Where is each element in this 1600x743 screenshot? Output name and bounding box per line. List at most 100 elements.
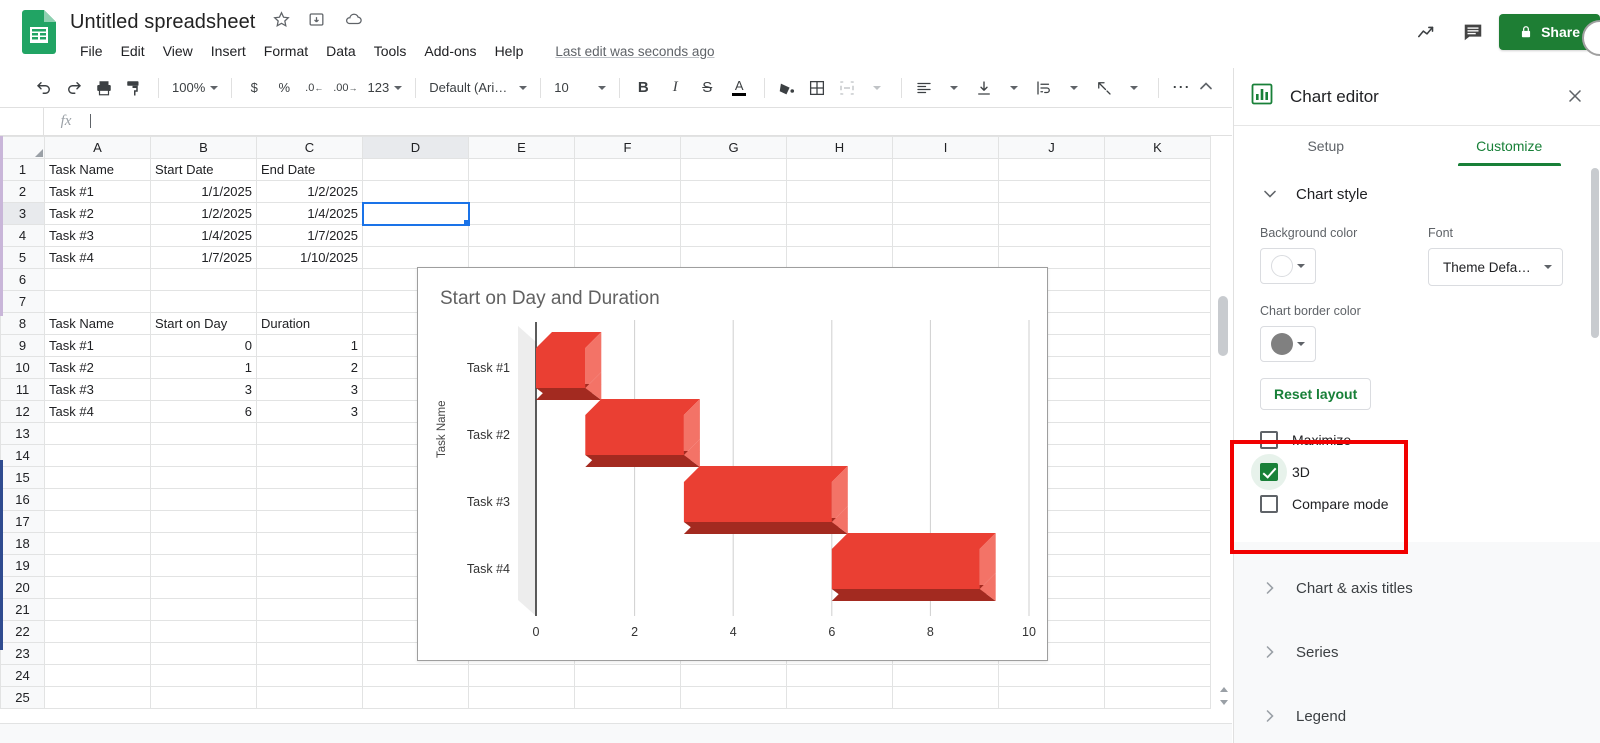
cell-I3[interactable] xyxy=(893,203,999,225)
row-header-15[interactable]: 15 xyxy=(1,467,45,489)
column-header-g[interactable]: G xyxy=(681,137,787,159)
cell-D3[interactable] xyxy=(363,203,469,225)
row-header-8[interactable]: 8 xyxy=(1,313,45,335)
cell-A17[interactable] xyxy=(45,511,151,533)
borders-icon[interactable] xyxy=(803,74,831,102)
cell-K8[interactable] xyxy=(1105,313,1211,335)
cell-A13[interactable] xyxy=(45,423,151,445)
cell-B16[interactable] xyxy=(151,489,257,511)
cell-B20[interactable] xyxy=(151,577,257,599)
cell-A24[interactable] xyxy=(45,665,151,687)
section-legend[interactable]: Legend xyxy=(1234,684,1600,743)
table-row[interactable]: 4Task #31/4/20251/7/2025 xyxy=(1,225,1211,247)
checkbox-row-3d[interactable]: 3D xyxy=(1260,456,1575,488)
cell-C20[interactable] xyxy=(257,577,363,599)
row-header-4[interactable]: 4 xyxy=(1,225,45,247)
cell-B12[interactable]: 6 xyxy=(151,401,257,423)
cell-C2[interactable]: 1/2/2025 xyxy=(257,181,363,203)
cell-K9[interactable] xyxy=(1105,335,1211,357)
select-all-corner[interactable] xyxy=(1,137,45,159)
cell-C6[interactable] xyxy=(257,269,363,291)
cell-C13[interactable] xyxy=(257,423,363,445)
cell-K21[interactable] xyxy=(1105,599,1211,621)
cell-B2[interactable]: 1/1/2025 xyxy=(151,181,257,203)
cell-J4[interactable] xyxy=(999,225,1105,247)
chart-editor-panel[interactable]: Chart editor Setup Customize Chart style xyxy=(1233,68,1600,743)
fill-color-icon[interactable] xyxy=(773,74,801,102)
cell-K19[interactable] xyxy=(1105,555,1211,577)
cell-B7[interactable] xyxy=(151,291,257,313)
row-header-13[interactable]: 13 xyxy=(1,423,45,445)
cloud-saved-icon[interactable] xyxy=(343,10,364,34)
cell-B6[interactable] xyxy=(151,269,257,291)
cell-A2[interactable]: Task #1 xyxy=(45,181,151,203)
row-header-18[interactable]: 18 xyxy=(1,533,45,555)
cell-H24[interactable] xyxy=(787,665,893,687)
cell-K15[interactable] xyxy=(1105,467,1211,489)
cell-A9[interactable]: Task #1 xyxy=(45,335,151,357)
column-header-h[interactable]: H xyxy=(787,137,893,159)
comment-icon[interactable] xyxy=(1453,12,1493,52)
increase-decimal-button[interactable]: .00→ xyxy=(330,74,360,102)
row-header-1[interactable]: 1 xyxy=(1,159,45,181)
cell-D24[interactable] xyxy=(363,665,469,687)
checkbox-row-compare-mode[interactable]: Compare mode xyxy=(1260,488,1575,520)
document-title[interactable]: Untitled spreadsheet xyxy=(70,8,255,36)
cell-B22[interactable] xyxy=(151,621,257,643)
cell-K2[interactable] xyxy=(1105,181,1211,203)
cell-A25[interactable] xyxy=(45,687,151,709)
cell-J3[interactable] xyxy=(999,203,1105,225)
cell-D1[interactable] xyxy=(363,159,469,181)
cell-H4[interactable] xyxy=(787,225,893,247)
grid-vertical-nav[interactable] xyxy=(1218,685,1230,707)
redo-icon[interactable] xyxy=(60,74,88,102)
cell-F4[interactable] xyxy=(575,225,681,247)
cell-C22[interactable] xyxy=(257,621,363,643)
cell-B8[interactable]: Start on Day xyxy=(151,313,257,335)
cell-A8[interactable]: Task Name xyxy=(45,313,151,335)
column-header-b[interactable]: B xyxy=(151,137,257,159)
cell-J25[interactable] xyxy=(999,687,1105,709)
section-series[interactable]: Series xyxy=(1234,620,1600,684)
table-row[interactable]: 24 xyxy=(1,665,1211,687)
cell-B25[interactable] xyxy=(151,687,257,709)
cell-C18[interactable] xyxy=(257,533,363,555)
menu-item-view[interactable]: View xyxy=(155,40,201,62)
decrease-decimal-button[interactable]: .0← xyxy=(300,74,328,102)
row-header-7[interactable]: 7 xyxy=(1,291,45,313)
cell-B21[interactable] xyxy=(151,599,257,621)
cell-I4[interactable] xyxy=(893,225,999,247)
cell-F5[interactable] xyxy=(575,247,681,269)
cell-A3[interactable]: Task #2 xyxy=(45,203,151,225)
cell-I1[interactable] xyxy=(893,159,999,181)
cell-C17[interactable] xyxy=(257,511,363,533)
cell-K16[interactable] xyxy=(1105,489,1211,511)
cell-G2[interactable] xyxy=(681,181,787,203)
cell-B15[interactable] xyxy=(151,467,257,489)
cell-A23[interactable] xyxy=(45,643,151,665)
row-header-21[interactable]: 21 xyxy=(1,599,45,621)
cell-K12[interactable] xyxy=(1105,401,1211,423)
column-header-j[interactable]: J xyxy=(999,137,1105,159)
zoom-control[interactable]: 100% xyxy=(167,75,223,101)
menu-item-data[interactable]: Data xyxy=(318,40,364,62)
horizontal-align-icon[interactable] xyxy=(910,74,938,102)
cell-I25[interactable] xyxy=(893,687,999,709)
row-header-10[interactable]: 10 xyxy=(1,357,45,379)
background-color-picker[interactable] xyxy=(1260,248,1316,284)
table-row[interactable]: 1Task NameStart DateEnd Date xyxy=(1,159,1211,181)
chevron-down-icon[interactable] xyxy=(940,74,968,102)
column-header-i[interactable]: I xyxy=(893,137,999,159)
bold-button[interactable]: B xyxy=(628,74,658,102)
cell-F24[interactable] xyxy=(575,665,681,687)
move-to-folder-icon[interactable] xyxy=(307,10,326,34)
cell-K22[interactable] xyxy=(1105,621,1211,643)
section-chart-axis-titles[interactable]: Chart & axis titles xyxy=(1234,556,1600,620)
chart-border-color-picker[interactable] xyxy=(1260,326,1316,362)
more-options-button[interactable]: ⋯ xyxy=(1167,74,1195,102)
row-header-6[interactable]: 6 xyxy=(1,269,45,291)
cell-C15[interactable] xyxy=(257,467,363,489)
cell-C4[interactable]: 1/7/2025 xyxy=(257,225,363,247)
currency-format-button[interactable]: $ xyxy=(240,74,268,102)
cell-G4[interactable] xyxy=(681,225,787,247)
